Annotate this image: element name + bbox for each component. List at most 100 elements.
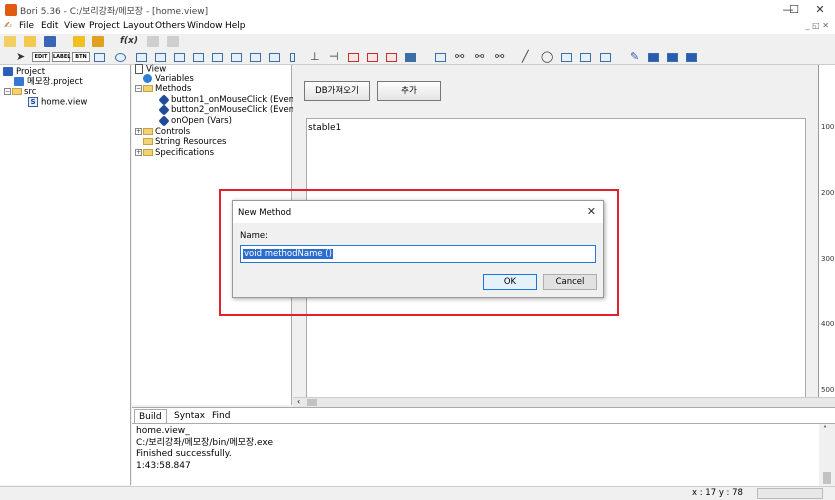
app-icon (5, 4, 17, 16)
rect-tool-icon[interactable] (561, 53, 572, 62)
expand-icon[interactable]: + (135, 128, 142, 135)
toolbar-main: f(x) (0, 34, 835, 50)
link2-icon[interactable]: ⚯ (475, 50, 484, 63)
build-icon[interactable] (73, 36, 85, 47)
open-folder-icon[interactable] (24, 36, 36, 47)
menu-layout[interactable]: Layout (123, 21, 154, 31)
method-icon (158, 103, 170, 116)
method-label: onOpen (Vars) (171, 116, 232, 126)
folder-icon (143, 149, 153, 156)
close-button[interactable]: ✕ (805, 0, 835, 20)
src-folder-label: src (24, 87, 37, 97)
folder-icon (143, 138, 153, 145)
diagram3-tool-icon[interactable] (686, 53, 697, 62)
pointer-icon[interactable]: ➤ (16, 50, 25, 63)
home-icon[interactable] (4, 36, 16, 47)
panel-tool-icon[interactable] (231, 53, 242, 62)
scroll-left-icon[interactable]: ‹ (297, 397, 300, 406)
tab-syntax[interactable]: Syntax (170, 409, 209, 423)
shape-tool-icon[interactable] (600, 53, 611, 62)
project-file-icon (14, 77, 24, 86)
radio-tool-icon[interactable] (115, 53, 126, 62)
grid-tool-icon[interactable] (174, 53, 185, 62)
line-tool-icon[interactable]: ╱ (522, 50, 529, 63)
tab-build[interactable]: Build (134, 409, 167, 423)
collapse-icon[interactable]: − (135, 85, 142, 92)
menu-others[interactable]: Others (155, 21, 185, 31)
horizontal-scrollbar[interactable]: ‹ (293, 397, 835, 407)
form-tool-icon[interactable] (435, 53, 446, 62)
link-icon[interactable]: ⚯ (455, 50, 464, 63)
save-icon[interactable] (44, 36, 56, 47)
frame-tool-icon[interactable] (269, 53, 280, 62)
image-tool-icon[interactable] (250, 53, 261, 62)
methods-node[interactable]: − Methods (135, 84, 191, 95)
new-method-dialog: New Method ✕ Name: void methodName () OK… (232, 200, 604, 298)
ok-button[interactable]: OK (483, 274, 537, 290)
method-name-value: void methodName () (243, 249, 333, 259)
method-item[interactable]: button2_onMouseClick (Event) (158, 103, 301, 116)
circle-tool-icon[interactable]: ◯ (541, 50, 553, 63)
redo-icon[interactable] (167, 36, 179, 47)
vslider-tool-icon[interactable] (290, 53, 295, 62)
menu-project[interactable]: Project (89, 21, 120, 31)
btn-tool-button[interactable]: BTN (72, 52, 90, 62)
scrollbar-thumb[interactable] (823, 472, 831, 484)
diagram-tool-icon[interactable] (648, 53, 659, 62)
run-icon[interactable] (92, 36, 104, 47)
collapse-icon[interactable]: − (4, 88, 11, 95)
menu-edit[interactable]: Edit (41, 21, 58, 31)
toolbar-controls: ➤ EDIT LABEL BTN ⊥ ⊣ ⚯ ⚯ ⚯ ╱ ◯ ✎ (0, 50, 835, 65)
variables-label: Variables (155, 74, 194, 84)
menu-window[interactable]: Window (187, 21, 223, 31)
scrollbar-thumb[interactable] (307, 399, 317, 406)
pen-tool-icon[interactable]: ✎ (630, 50, 639, 63)
mdi-controls[interactable]: _ ◱ ✕ (806, 21, 829, 30)
cancel-button[interactable]: Cancel (543, 274, 597, 290)
menu-bar: ✍ File Edit View Project Layout Others W… (0, 20, 835, 34)
combo-tool-icon[interactable] (136, 53, 147, 62)
log-line: C:/보리강좌/메모장/bin/메모장.exe (136, 437, 273, 448)
folder-icon (143, 85, 153, 92)
string-resources-node[interactable]: String Resources (143, 137, 226, 148)
view-file-item[interactable]: Shome.view (28, 97, 87, 108)
xml-tool-icon[interactable] (405, 53, 416, 62)
rect2-tool-icon[interactable] (580, 53, 591, 62)
function-icon[interactable]: f(x) (120, 36, 138, 46)
design-button-db-load[interactable]: DB가져오기 (304, 81, 370, 101)
tab-tool-icon[interactable] (212, 53, 223, 62)
report2-tool-icon[interactable] (367, 53, 378, 62)
label-tool-button[interactable]: LABEL (52, 52, 70, 62)
expand-icon[interactable]: + (135, 149, 142, 156)
design-button-add[interactable]: 추가 (377, 81, 441, 101)
edit-tool-button[interactable]: EDIT (32, 52, 50, 62)
specifications-node[interactable]: + Specifications (135, 148, 214, 159)
diagram2-tool-icon[interactable] (667, 53, 678, 62)
project-root-label: Project (16, 67, 46, 77)
menu-help[interactable]: Help (225, 21, 246, 31)
scroll-up-icon[interactable]: ˄ (823, 425, 827, 434)
report3-tool-icon[interactable] (386, 53, 397, 62)
list-tool-icon[interactable] (155, 53, 166, 62)
menu-view[interactable]: View (64, 21, 85, 31)
checkbox-tool-icon[interactable] (94, 53, 105, 62)
hsplit-icon[interactable]: ⊣ (329, 50, 339, 63)
method-item[interactable]: onOpen (Vars) (158, 114, 232, 127)
method-icon (158, 93, 170, 106)
menu-file[interactable]: File (19, 21, 34, 31)
dialog-close-icon[interactable]: ✕ (587, 205, 596, 218)
folder-icon (12, 88, 22, 95)
report-tool-icon[interactable] (348, 53, 359, 62)
link3-icon[interactable]: ⚯ (495, 50, 504, 63)
tab-find[interactable]: Find (208, 409, 234, 423)
ruler-mark: 200 (821, 189, 835, 197)
vertical-scrollbar[interactable]: ˄ (819, 424, 835, 488)
method-name-input[interactable]: void methodName () (240, 245, 596, 263)
window-title: Bori 5.36 - C:/보리강좌/메모장 - [home.view] (20, 7, 209, 17)
undo-icon[interactable] (147, 36, 159, 47)
table-tool-icon[interactable] (193, 53, 204, 62)
project-file-label: 메모장.project (27, 77, 83, 87)
vsplit-icon[interactable]: ⊥ (310, 50, 320, 63)
controls-label: Controls (155, 127, 191, 137)
tab-divider (132, 423, 835, 424)
